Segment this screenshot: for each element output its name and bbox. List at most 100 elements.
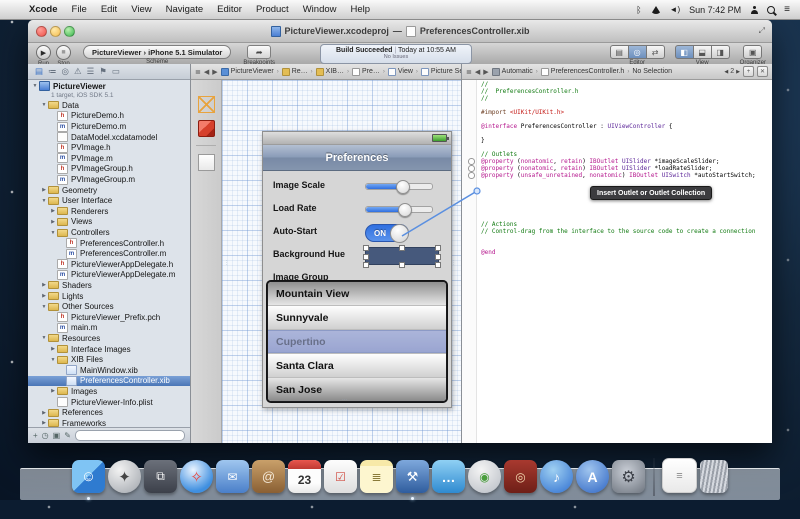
disclosure-open-icon[interactable]: ▼ xyxy=(49,357,57,363)
tree-row[interactable]: ▼Controllers xyxy=(28,227,190,238)
menu-item-window[interactable]: Window xyxy=(296,4,344,15)
navigator-toggle-button[interactable]: ◧ xyxy=(675,45,694,59)
app-store-dock-icon[interactable]: A xyxy=(576,460,609,493)
tree-row[interactable]: mPVImageGroup.m xyxy=(28,174,190,185)
assistant-editor-button[interactable]: ◎ xyxy=(629,45,647,59)
organizer-button[interactable]: ▣ xyxy=(743,45,762,59)
disclosure-open-icon[interactable]: ▼ xyxy=(40,304,48,310)
mail-dock-icon[interactable]: ✉ xyxy=(216,460,249,493)
disclosure-closed-icon[interactable]: ▶ xyxy=(40,410,48,416)
safari-dock-icon[interactable]: ✧ xyxy=(180,460,213,493)
counterpart-forward-icon[interactable]: ▶ xyxy=(736,69,740,75)
jump-bar-crumb[interactable]: Pre… xyxy=(352,68,380,76)
tree-row[interactable]: ▶Geometry xyxy=(28,185,190,196)
jump-bar-crumb[interactable]: XIB… xyxy=(316,68,344,76)
slider-thumb[interactable] xyxy=(396,180,410,194)
code-line[interactable]: // Control-drag from the interface to th… xyxy=(481,228,772,235)
version-editor-button[interactable]: ⇄ xyxy=(647,45,665,59)
minimize-window-button[interactable] xyxy=(50,26,61,37)
slider-thumb[interactable] xyxy=(398,203,412,217)
menu-item-xcode[interactable]: Xcode xyxy=(22,4,65,15)
tree-row[interactable]: hPictureViewerAppDelegate.h xyxy=(28,259,190,270)
launchpad-dock-icon[interactable]: ✦ xyxy=(108,460,141,493)
spotlight-icon[interactable] xyxy=(767,6,775,14)
menu-item-editor[interactable]: Editor xyxy=(210,4,249,15)
jump-bar-crumb[interactable]: Automatic xyxy=(492,68,533,76)
photo-booth-dock-icon[interactable]: ◎ xyxy=(504,460,537,493)
menu-item-help[interactable]: Help xyxy=(344,4,378,15)
first-responder-icon[interactable] xyxy=(198,120,215,137)
selection-handle[interactable] xyxy=(399,262,405,268)
unsaved-filter-icon[interactable]: ✎ xyxy=(64,431,71,440)
forward-icon[interactable]: ▶ xyxy=(212,68,217,76)
standard-editor-button[interactable]: ▤ xyxy=(610,45,629,59)
window-titlebar[interactable]: PictureViewer.xcodeproj — PreferencesCon… xyxy=(28,20,772,43)
add-assistant-editor-button[interactable]: + xyxy=(743,66,754,77)
pref-row-label[interactable]: Load Rate xyxy=(273,203,317,213)
navigation-bar[interactable]: Preferences xyxy=(263,145,451,171)
notification-center-icon[interactable]: ≡ xyxy=(784,4,790,15)
debug-navigator-icon[interactable]: ☰ xyxy=(87,66,95,77)
back-icon[interactable]: ◀ xyxy=(475,68,480,76)
tree-row[interactable]: MainWindow.xib xyxy=(28,365,190,376)
menu-clock[interactable]: Sun 7:42 PM xyxy=(689,5,741,15)
tree-row[interactable]: hPVImage.h xyxy=(28,142,190,153)
disclosure-closed-icon[interactable]: ▶ xyxy=(49,208,57,214)
menu-item-view[interactable]: View xyxy=(124,4,158,15)
add-file-button[interactable]: + xyxy=(33,431,38,440)
tree-row[interactable]: mPictureViewerAppDelegate.m xyxy=(28,270,190,281)
tree-row[interactable]: ▶References xyxy=(28,407,190,418)
disclosure-closed-icon[interactable]: ▶ xyxy=(40,420,48,426)
recent-filter-icon[interactable]: ◷ xyxy=(42,431,49,440)
picker-row[interactable]: Sunnyvale xyxy=(268,306,446,330)
code-line[interactable] xyxy=(481,200,772,207)
calendar-dock-icon[interactable]: 23 xyxy=(288,460,321,493)
disclosure-closed-icon[interactable]: ▶ xyxy=(40,282,48,288)
slider-control[interactable] xyxy=(365,183,433,190)
slider-control[interactable] xyxy=(365,206,433,213)
selection-handle[interactable] xyxy=(435,262,441,268)
jump-bar-crumb[interactable]: Picture Selector xyxy=(421,68,461,76)
contacts-dock-icon[interactable]: @ xyxy=(252,460,285,493)
view-object-icon[interactable] xyxy=(198,154,215,171)
jump-bar-crumb[interactable]: PreferencesController.h xyxy=(541,68,625,76)
selection-handle[interactable] xyxy=(435,254,441,260)
tree-row[interactable]: ▼Data xyxy=(28,100,190,111)
scm-filter-icon[interactable]: ▣ xyxy=(53,431,61,440)
background-hue-view[interactable] xyxy=(365,247,439,265)
finder-dock-icon[interactable]: ☺ xyxy=(72,460,105,493)
code-line[interactable]: #import <UIKit/UIKit.h> xyxy=(481,109,772,116)
tree-row[interactable]: PictureViewer-Info.plist xyxy=(28,397,190,408)
code-line[interactable] xyxy=(481,144,772,151)
tree-row[interactable]: ▼XIB Files xyxy=(28,354,190,365)
back-icon[interactable]: ◀ xyxy=(204,68,209,76)
breakpoint-navigator-icon[interactable]: ⚑ xyxy=(99,66,107,77)
source-editor[interactable]: //// PreferencesController.h// #import <… xyxy=(462,80,772,443)
menu-item-file[interactable]: File xyxy=(65,4,94,15)
issue-navigator-icon[interactable]: ⚠ xyxy=(74,66,82,77)
disclosure-open-icon[interactable]: ▼ xyxy=(40,102,48,108)
tree-row[interactable]: ▼User Interface xyxy=(28,195,190,206)
picker-row[interactable]: Santa Clara xyxy=(268,354,446,378)
menu-item-navigate[interactable]: Navigate xyxy=(159,4,211,15)
menu-item-product[interactable]: Product xyxy=(249,4,296,15)
code-line[interactable] xyxy=(481,242,772,249)
tree-row[interactable]: hPVImageGroup.h xyxy=(28,164,190,175)
code-line[interactable]: @property (nonatomic, retain) IBOutlet U… xyxy=(481,165,772,172)
disclosure-open-icon[interactable]: ▼ xyxy=(40,198,48,204)
tree-row[interactable]: ▶Frameworks xyxy=(28,418,190,427)
preferences-view[interactable]: Preferences Image ScaleLoad RateAuto-Sta… xyxy=(262,131,452,408)
disclosure-closed-icon[interactable]: ▶ xyxy=(49,388,57,394)
log-navigator-icon[interactable]: ▭ xyxy=(112,66,120,77)
debug-area-toggle-button[interactable]: ⬓ xyxy=(694,45,712,59)
code-line[interactable] xyxy=(481,214,772,221)
tree-row[interactable]: mmain.m xyxy=(28,323,190,334)
close-assistant-editor-button[interactable]: ✕ xyxy=(757,66,768,77)
disclosure-closed-icon[interactable]: ▶ xyxy=(49,346,57,352)
tree-row[interactable]: mPVImage.m xyxy=(28,153,190,164)
disclosure-closed-icon[interactable]: ▶ xyxy=(49,219,57,225)
utilities-toggle-button[interactable]: ◨ xyxy=(712,45,730,59)
reminders-dock-icon[interactable]: ☑ xyxy=(324,460,357,493)
trash-dock-icon[interactable] xyxy=(700,460,728,493)
code-line[interactable]: @property (nonatomic, retain) IBOutlet U… xyxy=(481,158,772,165)
